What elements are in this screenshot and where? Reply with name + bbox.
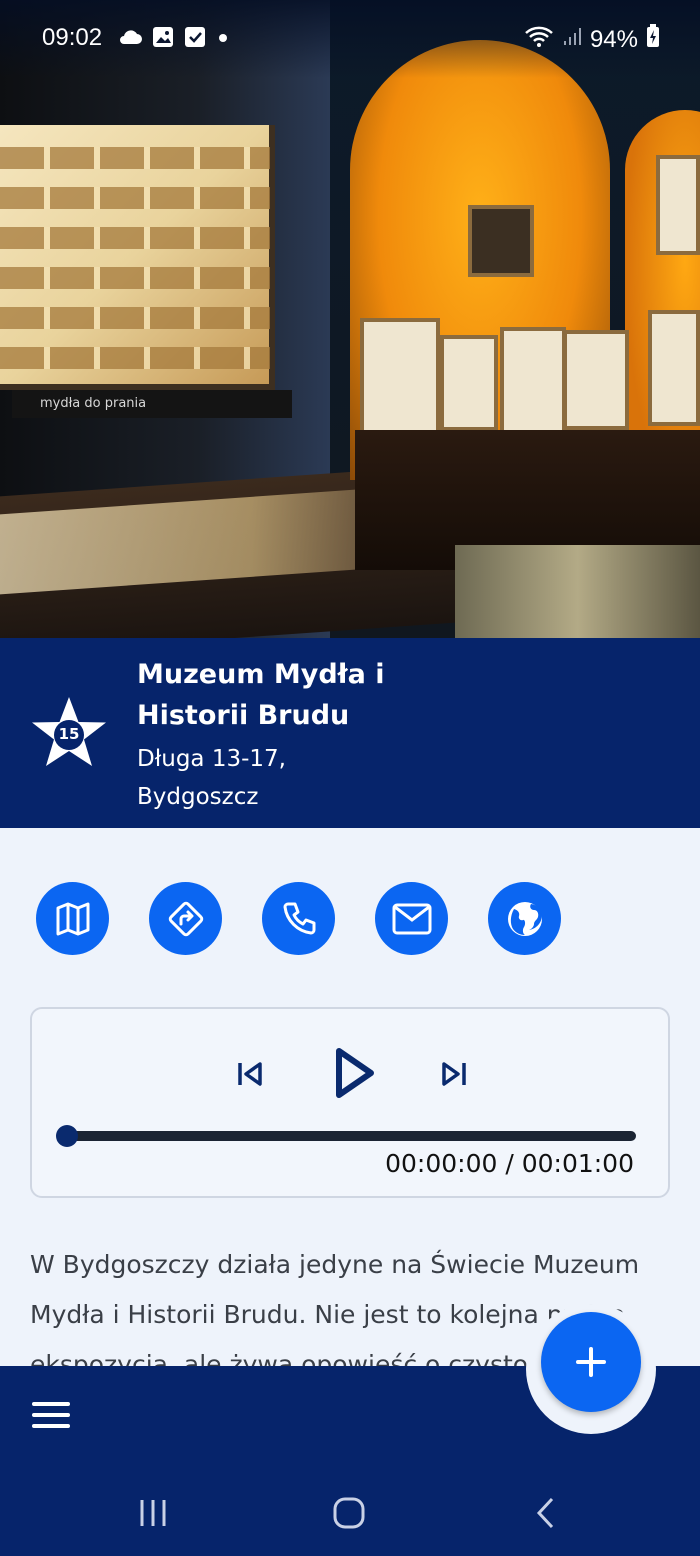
- lower-vitrine: [455, 545, 700, 638]
- place-title: Muzeum Mydła i Historii Brudu: [137, 659, 385, 731]
- place-address: Długa 13-17, Bydgoszcz: [137, 740, 286, 816]
- dot-icon: [216, 30, 230, 49]
- status-right: 94%: [524, 24, 660, 55]
- phone-button[interactable]: [262, 882, 335, 955]
- recent-apps-button[interactable]: [138, 1498, 168, 1532]
- home-button[interactable]: [332, 1496, 366, 1534]
- address-city: Bydgoszcz: [137, 784, 259, 810]
- soap-display-case: [0, 125, 275, 390]
- framed-document: [500, 327, 566, 437]
- hamburger-icon: [32, 1402, 70, 1428]
- mail-button[interactable]: [375, 882, 448, 955]
- home-icon: [333, 1497, 365, 1529]
- place-number-badge: 15: [30, 695, 108, 769]
- status-bar: 09:02 94%: [0, 0, 700, 78]
- progress-handle[interactable]: [56, 1125, 78, 1147]
- play-button[interactable]: [332, 1045, 378, 1105]
- framed-document: [656, 155, 700, 255]
- recents-icon: [140, 1500, 166, 1526]
- framed-picture: [468, 205, 534, 277]
- menu-button[interactable]: [32, 1402, 70, 1430]
- add-button[interactable]: [541, 1312, 641, 1412]
- map-icon: [56, 902, 89, 935]
- status-time: 09:02: [42, 24, 103, 51]
- plus-icon: [576, 1347, 606, 1377]
- hero-photo: mydła do prania: [0, 0, 700, 638]
- audio-player: 00:00:00 / 00:01:00: [30, 1007, 670, 1198]
- map-button[interactable]: [36, 882, 109, 955]
- directions-button[interactable]: [149, 882, 222, 955]
- cloud-icon: [118, 29, 142, 49]
- play-icon: [336, 1048, 374, 1098]
- framed-document: [360, 318, 440, 444]
- badge-number: 15: [58, 725, 80, 743]
- checkbox-icon: [184, 26, 206, 52]
- battery-charging-icon: [646, 24, 660, 55]
- previous-button[interactable]: [236, 1059, 264, 1093]
- address-street: Długa 13-17,: [137, 746, 286, 772]
- system-navigation-bar: [0, 1468, 700, 1556]
- phone-icon: [283, 902, 315, 934]
- framed-document: [440, 335, 498, 431]
- wifi-icon: [524, 24, 554, 55]
- globe-icon: [507, 901, 542, 936]
- mail-icon: [392, 903, 431, 934]
- back-button[interactable]: [534, 1496, 556, 1534]
- back-icon: [536, 1497, 554, 1529]
- action-buttons: [36, 882, 561, 955]
- skip-previous-icon: [238, 1062, 262, 1086]
- timecode: 00:00:00 / 00:01:00: [385, 1149, 634, 1178]
- framed-document: [563, 330, 629, 430]
- signal-icon: [562, 25, 582, 54]
- display-plaque: mydła do prania: [12, 390, 292, 418]
- framed-document: [648, 310, 700, 426]
- progress-track[interactable]: [66, 1131, 636, 1141]
- battery-text: 94%: [589, 25, 638, 53]
- place-header: 15 Muzeum Mydła i Historii Brudu Długa 1…: [0, 638, 700, 828]
- next-button[interactable]: [440, 1059, 468, 1093]
- image-icon: [152, 26, 174, 52]
- directions-icon: [168, 901, 203, 936]
- website-button[interactable]: [488, 882, 561, 955]
- skip-next-icon: [442, 1062, 466, 1086]
- status-icons: [118, 26, 230, 52]
